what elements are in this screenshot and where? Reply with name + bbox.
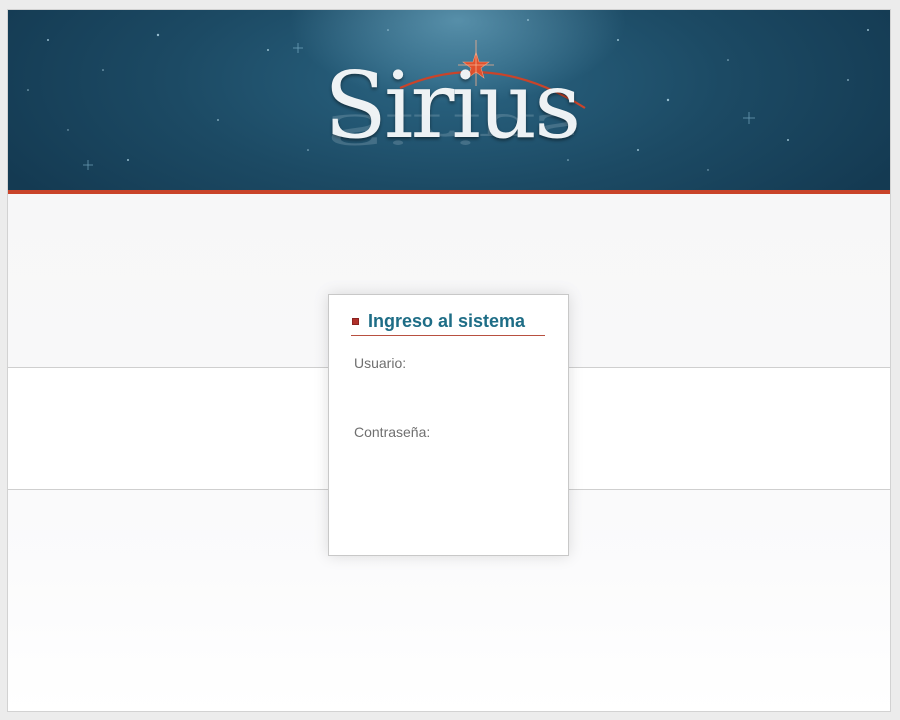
sirius-logo: Sirius Sirius: [320, 40, 590, 178]
logo-reflection: Sirius: [324, 104, 579, 153]
header-banner: Sirius Sirius: [8, 10, 890, 190]
login-title: Ingreso al sistema: [368, 311, 526, 331]
username-input[interactable]: [354, 375, 548, 399]
login-panel-header: Ingreso al sistema: [351, 309, 545, 336]
password-label: Contraseña:: [354, 424, 431, 440]
login-panel: Ingreso al sistema Usuario: Contraseña:: [328, 294, 569, 556]
bullet-square-icon: [352, 318, 359, 325]
password-input[interactable]: [354, 444, 548, 468]
page-frame: Sirius Sirius Ingreso al sistema Usuario…: [7, 9, 891, 712]
header-accent-stripe: [8, 190, 890, 194]
username-label: Usuario:: [354, 355, 407, 371]
